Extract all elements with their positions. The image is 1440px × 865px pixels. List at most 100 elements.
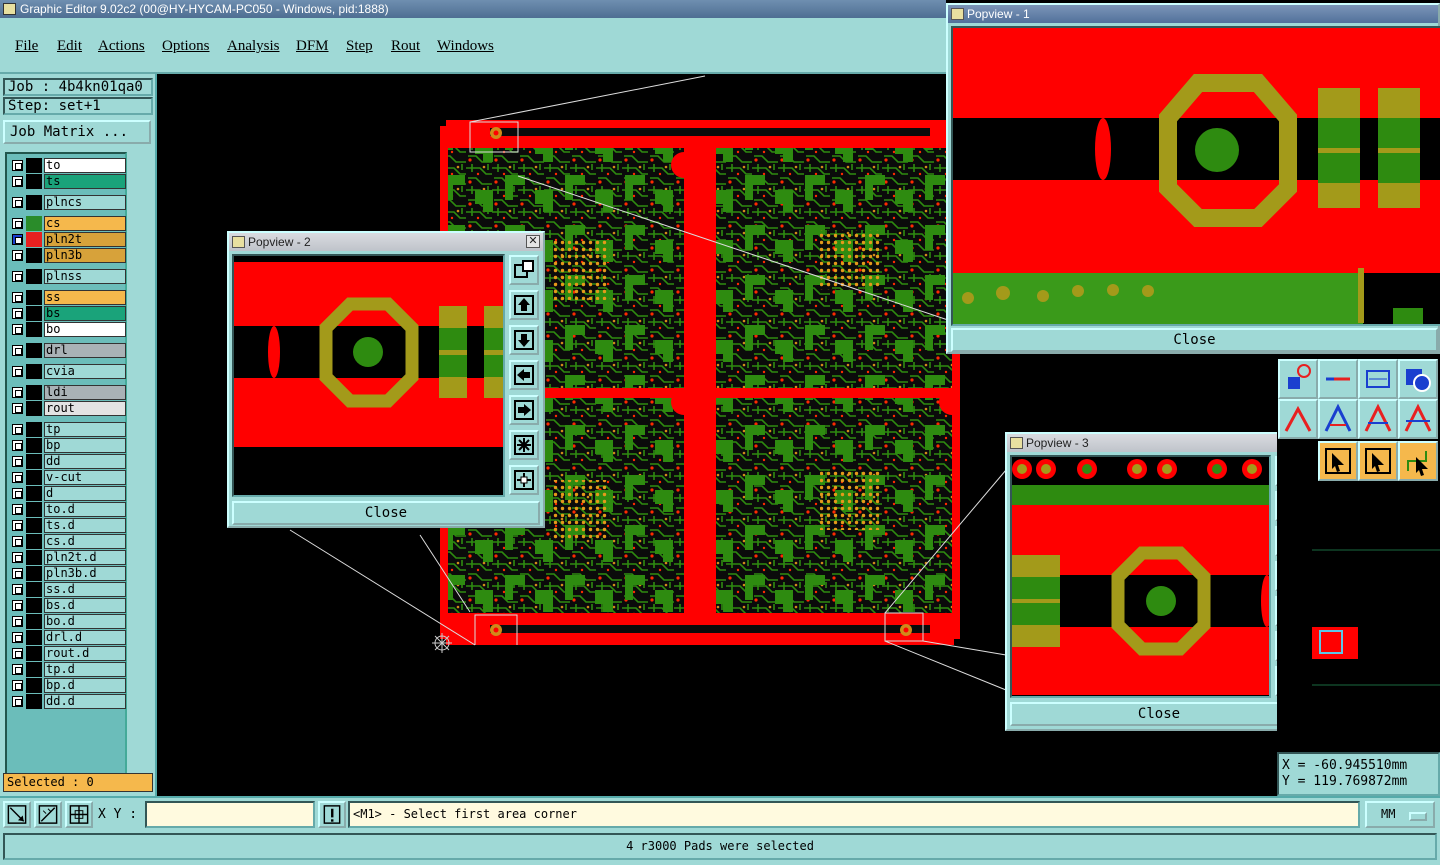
feature-select-button[interactable] <box>1278 359 1318 399</box>
popview-3-title-bar[interactable]: Popview - 3 ✕ <box>1007 434 1311 452</box>
arc-tool-button[interactable] <box>1278 399 1318 439</box>
layer-name[interactable]: to.d <box>44 502 126 517</box>
layer-name[interactable]: pln3b.d <box>44 566 126 581</box>
snap-button[interactable] <box>3 801 31 828</box>
popview-2-close-button[interactable]: Close <box>232 501 540 525</box>
layer-checkbox[interactable] <box>12 632 23 643</box>
layer-color-swatch[interactable] <box>26 630 42 645</box>
layer-name[interactable]: bs.d <box>44 598 126 613</box>
layer-name[interactable]: rout.d <box>44 646 126 661</box>
layer-row-plncs[interactable]: plncs <box>9 195 127 210</box>
layer-color-swatch[interactable] <box>26 290 42 305</box>
arch-tool-button[interactable] <box>1398 399 1438 439</box>
layer-checkbox[interactable] <box>12 234 23 245</box>
pan-up-button[interactable] <box>509 290 539 320</box>
layer-color-swatch[interactable] <box>26 694 42 709</box>
layer-checkbox[interactable] <box>12 387 23 398</box>
grid-button[interactable] <box>65 801 93 828</box>
layer-checkbox[interactable] <box>12 250 23 261</box>
layer-color-swatch[interactable] <box>26 534 42 549</box>
layer-color-swatch[interactable] <box>26 678 42 693</box>
pan-down-button[interactable] <box>509 325 539 355</box>
layer-checkbox[interactable] <box>12 271 23 282</box>
layer-name[interactable]: bo <box>44 322 126 337</box>
layer-checkbox[interactable] <box>12 218 23 229</box>
zoom-fit-button[interactable] <box>509 465 539 495</box>
popview-3-close-button[interactable]: Close <box>1010 702 1308 726</box>
layer-name[interactable]: cs <box>44 216 126 231</box>
popview-1-title-bar[interactable]: Popview - 1 <box>948 5 1438 23</box>
layer-row-ldi[interactable]: ldi <box>9 385 127 400</box>
pan-left-button[interactable] <box>509 360 539 390</box>
layer-name[interactable]: pln2t.d <box>44 550 126 565</box>
layer-name[interactable]: cvia <box>44 364 126 379</box>
bridge-tool-button[interactable] <box>1358 399 1398 439</box>
layer-checkbox[interactable] <box>12 292 23 303</box>
menu-step[interactable]: Step <box>346 38 373 55</box>
layer-row-drl[interactable]: drl <box>9 343 127 358</box>
layer-name[interactable]: ldi <box>44 385 126 400</box>
layer-row-plnss[interactable]: plnss <box>9 269 127 284</box>
layer-checkbox[interactable] <box>12 176 23 187</box>
zoom-home-button[interactable] <box>509 255 539 285</box>
menu-edit[interactable]: Edit <box>57 38 82 55</box>
layer-row-pln3b[interactable]: pln3b <box>9 248 127 263</box>
layer-row-ss[interactable]: ss <box>9 290 127 305</box>
layer-checkbox[interactable] <box>12 680 23 691</box>
layer-color-swatch[interactable] <box>26 158 42 173</box>
layer-checkbox[interactable] <box>12 403 23 414</box>
layer-name[interactable]: bp <box>44 438 126 453</box>
layer-name[interactable]: v-cut <box>44 470 126 485</box>
layer-color-swatch[interactable] <box>26 422 42 437</box>
menu-analysis[interactable]: Analysis <box>227 38 280 55</box>
layer-checkbox[interactable] <box>12 568 23 579</box>
layer-color-swatch[interactable] <box>26 550 42 565</box>
layer-checkbox[interactable] <box>12 488 23 499</box>
layer-row-ts[interactable]: ts <box>9 174 127 189</box>
layer-checkbox[interactable] <box>12 520 23 531</box>
layer-checkbox[interactable] <box>12 456 23 467</box>
layer-checkbox[interactable] <box>12 345 23 356</box>
layer-name[interactable]: bs <box>44 306 126 321</box>
menu-windows[interactable]: Windows <box>437 38 494 55</box>
layer-name[interactable]: bo.d <box>44 614 126 629</box>
layer-name[interactable]: to <box>44 158 126 173</box>
layer-checkbox[interactable] <box>12 552 23 563</box>
pointer-select-button[interactable] <box>1358 441 1398 481</box>
layer-row-rout[interactable]: rout <box>9 401 127 416</box>
layer-color-swatch[interactable] <box>26 454 42 469</box>
layer-color-swatch[interactable] <box>26 614 42 629</box>
measure-button[interactable] <box>34 801 62 828</box>
layer-row-ss-d[interactable]: ss.d <box>9 582 127 597</box>
layer-checkbox[interactable] <box>12 536 23 547</box>
layer-row-tp[interactable]: tp <box>9 422 127 437</box>
layer-name[interactable]: pln3b <box>44 248 126 263</box>
tri-tool-button[interactable] <box>1318 399 1358 439</box>
layer-row-v-cut[interactable]: v-cut <box>9 470 127 485</box>
layer-checkbox[interactable] <box>12 648 23 659</box>
layer-color-swatch[interactable] <box>26 385 42 400</box>
layer-row-cs-d[interactable]: cs.d <box>9 534 127 549</box>
menu-options[interactable]: Options <box>162 38 210 55</box>
layer-name[interactable]: bp.d <box>44 678 126 693</box>
route-edit-button[interactable] <box>1398 441 1438 481</box>
layer-row-bp-d[interactable]: bp.d <box>9 678 127 693</box>
layer-name[interactable]: rout <box>44 401 126 416</box>
menu-rout[interactable]: Rout <box>391 38 420 55</box>
layer-checkbox[interactable] <box>12 504 23 515</box>
layer-color-swatch[interactable] <box>26 518 42 533</box>
layer-row-to[interactable]: to <box>9 158 127 173</box>
layer-checkbox[interactable] <box>12 366 23 377</box>
popview-1-close-button[interactable]: Close <box>951 328 1438 352</box>
layer-row-pln2t[interactable]: pln2t <box>9 232 127 247</box>
layer-checkbox[interactable] <box>12 197 23 208</box>
pan-right-button[interactable] <box>509 395 539 425</box>
layer-row-to-d[interactable]: to.d <box>9 502 127 517</box>
layer-checkbox[interactable] <box>12 160 23 171</box>
pointer-button[interactable] <box>1318 441 1358 481</box>
layer-color-swatch[interactable] <box>26 401 42 416</box>
layer-name[interactable]: dd <box>44 454 126 469</box>
layer-row-bp[interactable]: bp <box>9 438 127 453</box>
layer-checkbox[interactable] <box>12 600 23 611</box>
layer-row-rout-d[interactable]: rout.d <box>9 646 127 661</box>
